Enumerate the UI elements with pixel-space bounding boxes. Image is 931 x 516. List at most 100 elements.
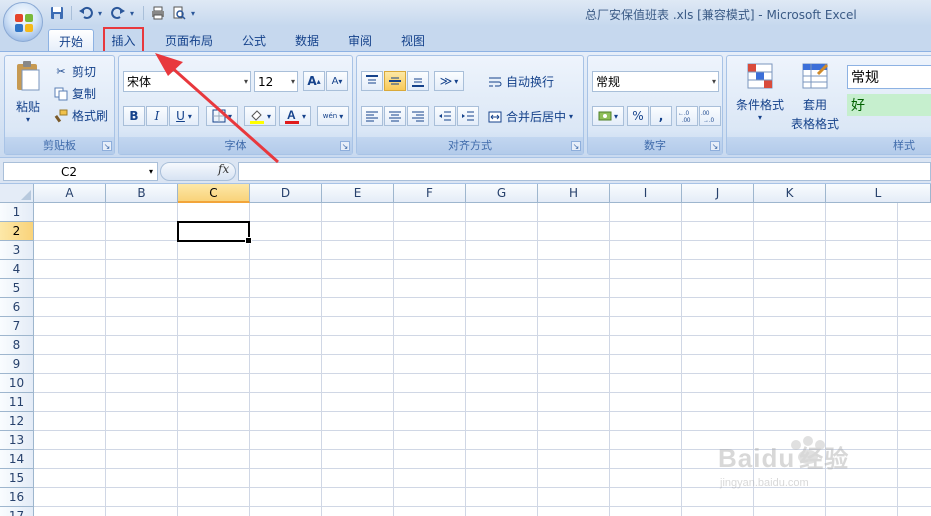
row-header-2[interactable]: 2	[0, 222, 34, 241]
number-format-select[interactable]: 常规 ▾	[592, 71, 719, 92]
row-header-7[interactable]: 7	[0, 317, 34, 336]
tab-data[interactable]: 数据	[289, 29, 325, 52]
chevron-down-icon: ▾	[243, 77, 248, 86]
increase-decimal-button[interactable]: ←.0.00	[676, 106, 698, 126]
row-header-5[interactable]: 5	[0, 279, 34, 298]
align-center-button[interactable]	[384, 106, 406, 126]
tab-page-layout[interactable]: 页面布局	[160, 29, 218, 52]
shrink-font-button[interactable]: A ▾	[326, 71, 348, 91]
row-header-11[interactable]: 11	[0, 393, 34, 412]
decrease-decimal-button[interactable]: .00 →.0	[699, 106, 721, 126]
paste-button[interactable]: 粘贴 ▾	[11, 60, 45, 130]
column-header-d[interactable]: D	[250, 184, 322, 203]
name-box[interactable]: C2 ▾	[3, 162, 158, 181]
decrease-indent-button[interactable]	[434, 106, 456, 126]
column-header-h[interactable]: H	[538, 184, 610, 203]
row-header-17[interactable]: 17	[0, 507, 34, 516]
font-color-button[interactable]: A ▾	[279, 106, 311, 126]
row-header-3[interactable]: 3	[0, 241, 34, 260]
orientation-button[interactable]: ≫ ▾	[434, 71, 464, 91]
phonetic-button[interactable]: wén ▾	[317, 106, 349, 126]
increase-indent-button[interactable]	[457, 106, 479, 126]
office-button[interactable]	[3, 2, 43, 42]
active-cell[interactable]	[177, 221, 252, 244]
formula-input[interactable]	[238, 162, 931, 181]
print-icon[interactable]	[149, 4, 167, 22]
row-header-1[interactable]: 1	[0, 203, 34, 222]
align-middle-button[interactable]	[384, 71, 406, 91]
style-good[interactable]: 好	[847, 94, 931, 116]
row-header-6[interactable]: 6	[0, 298, 34, 317]
tab-formulas[interactable]: 公式	[236, 29, 272, 52]
italic-button[interactable]: I	[146, 106, 168, 126]
alignment-launcher-icon[interactable]: ↘	[571, 141, 581, 151]
row-header-12[interactable]: 12	[0, 412, 34, 431]
phonetic-label: wén	[322, 111, 338, 120]
wrap-text-button[interactable]: 自动换行	[487, 73, 554, 90]
row-header-13[interactable]: 13	[0, 431, 34, 450]
row-header-15[interactable]: 15	[0, 469, 34, 488]
insert-function-icon[interactable]: fx	[218, 162, 229, 176]
column-header-g[interactable]: G	[466, 184, 538, 203]
row-header-10[interactable]: 10	[0, 374, 34, 393]
font-launcher-icon[interactable]: ↘	[340, 141, 350, 151]
column-header-b[interactable]: B	[106, 184, 178, 203]
fill-color-button[interactable]: ▾	[244, 106, 276, 126]
column-header-i[interactable]: I	[610, 184, 682, 203]
conditional-formatting-button[interactable]: 条件格式 ▾	[731, 62, 789, 132]
redo-icon[interactable]	[109, 4, 127, 22]
redo-dropdown-icon[interactable]: ▾	[130, 9, 138, 18]
copy-button[interactable]: 复制	[53, 85, 96, 102]
row-header-14[interactable]: 14	[0, 450, 34, 469]
row-header-4[interactable]: 4	[0, 260, 34, 279]
style-normal[interactable]: 常规	[847, 65, 931, 89]
tab-insert[interactable]: 插入	[103, 27, 144, 54]
grow-font-button[interactable]: A ▴	[303, 71, 325, 91]
save-icon[interactable]	[48, 4, 66, 22]
style-normal-label: 常规	[851, 70, 879, 86]
column-header-f[interactable]: F	[394, 184, 466, 203]
underline-button[interactable]: U ▾	[169, 106, 199, 126]
bold-button[interactable]: B	[123, 106, 145, 126]
tab-review[interactable]: 审阅	[342, 29, 378, 52]
percent-button[interactable]: %	[627, 106, 649, 126]
increase-decimal-icon: ←.0.00	[678, 111, 691, 123]
align-left-button[interactable]	[361, 106, 383, 126]
row-header-9[interactable]: 9	[0, 355, 34, 374]
accounting-format-button[interactable]: ▾	[592, 106, 624, 126]
align-bottom-button[interactable]	[407, 71, 429, 91]
font-name-select[interactable]: 宋体 ▾	[123, 71, 251, 92]
align-top-button[interactable]	[361, 71, 383, 91]
font-size-select[interactable]: 12 ▾	[254, 71, 298, 92]
format-painter-button[interactable]: 格式刷	[53, 107, 108, 124]
chevron-down-icon: ▾	[711, 77, 716, 86]
cut-button[interactable]: ✂ 剪切	[53, 63, 96, 80]
wrap-text-label: 自动换行	[506, 75, 555, 89]
comma-style-button[interactable]: ,	[650, 106, 672, 126]
row-header-8[interactable]: 8	[0, 336, 34, 355]
copy-label: 复制	[72, 87, 97, 101]
copy-icon	[53, 86, 69, 102]
row-header-16[interactable]: 16	[0, 488, 34, 507]
number-launcher-icon[interactable]: ↘	[710, 141, 720, 151]
undo-dropdown-icon[interactable]: ▾	[98, 9, 106, 18]
column-header-k[interactable]: K	[754, 184, 826, 203]
column-header-j[interactable]: J	[682, 184, 754, 203]
clipboard-launcher-icon[interactable]: ↘	[102, 141, 112, 151]
column-header-l[interactable]: L	[826, 184, 931, 203]
tab-home[interactable]: 开始	[48, 29, 94, 53]
column-header-a[interactable]: A	[34, 184, 106, 203]
font-group-label: 字体	[119, 137, 352, 154]
tab-view[interactable]: 视图	[395, 29, 431, 52]
merge-center-button[interactable]: 合并后居中 ▾	[487, 108, 573, 125]
column-header-e[interactable]: E	[322, 184, 394, 203]
borders-button[interactable]: ▾	[206, 106, 238, 126]
percent-label: %	[632, 109, 644, 123]
align-right-button[interactable]	[407, 106, 429, 126]
customize-icon[interactable]: ▾	[191, 9, 199, 18]
select-all-button[interactable]	[0, 184, 34, 203]
undo-icon[interactable]	[77, 4, 95, 22]
format-as-table-button[interactable]: 套用 表格格式	[787, 62, 843, 132]
column-header-c[interactable]: C	[178, 184, 250, 203]
print-preview-icon[interactable]	[170, 4, 188, 22]
